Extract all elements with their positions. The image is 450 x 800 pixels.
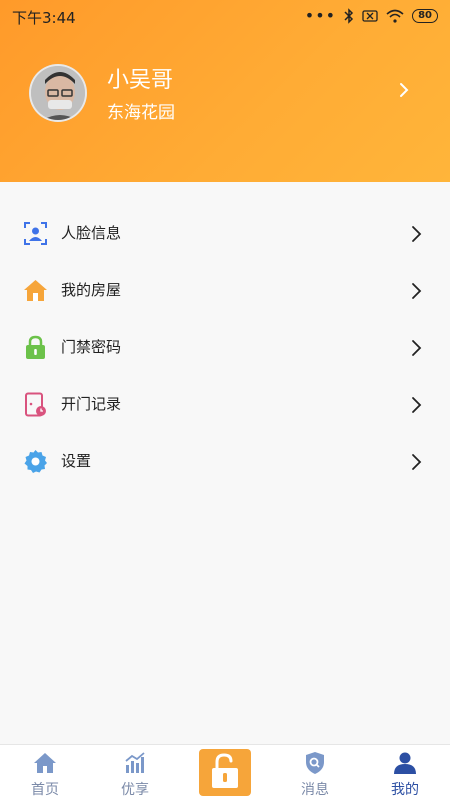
user-name: 小吴哥: [107, 68, 174, 93]
unlock-icon: [212, 753, 238, 788]
menu-item-door-records[interactable]: 开门记录: [0, 376, 450, 433]
user-icon: [394, 752, 416, 774]
menu-label: 门禁密码: [61, 338, 122, 356]
wifi-icon: [386, 9, 404, 23]
chevron-right-icon[interactable]: [398, 80, 410, 100]
face-id-icon: [24, 222, 47, 245]
menu-item-access-password[interactable]: 门禁密码: [0, 319, 450, 376]
tab-label: 优享: [121, 782, 149, 798]
chevron-right-icon: [412, 340, 422, 356]
tab-mine[interactable]: 我的: [360, 745, 450, 800]
menu-label: 设置: [61, 452, 92, 470]
chevron-right-icon: [412, 226, 422, 242]
avatar[interactable]: [29, 64, 87, 122]
gear-icon: [24, 450, 47, 473]
user-community: 东海花园: [107, 103, 175, 123]
sim-icon: [362, 9, 378, 22]
menu-label: 人脸信息: [61, 224, 122, 242]
chart-icon: [125, 752, 145, 773]
tab-label: 我的: [391, 782, 419, 798]
door-record-icon: [25, 392, 46, 417]
bluetooth-icon: [344, 7, 354, 24]
tab-messages[interactable]: 消息: [270, 745, 360, 800]
menu-item-settings[interactable]: 设置: [0, 433, 450, 490]
menu-label: 开门记录: [61, 395, 122, 413]
chevron-right-icon: [412, 454, 422, 470]
status-time: 下午3:44: [12, 9, 76, 27]
lock-icon: [26, 335, 45, 359]
shield-search-icon: [306, 752, 324, 774]
home-icon: [24, 280, 47, 301]
tab-label: 消息: [301, 782, 329, 798]
status-dots: •••: [304, 6, 337, 25]
menu-item-my-house[interactable]: 我的房屋: [0, 262, 450, 319]
avatar-photo: [31, 66, 85, 120]
tab-home[interactable]: 首页: [0, 745, 90, 800]
unlock-button[interactable]: [199, 749, 251, 796]
chevron-right-icon: [412, 283, 422, 299]
tab-youxiang[interactable]: 优享: [90, 745, 180, 800]
status-bar: 下午3:44 ••• 80: [0, 0, 450, 32]
profile-header: 下午3:44 ••• 80 小吴哥 东海花园: [0, 0, 450, 182]
battery-indicator: 80: [412, 8, 438, 23]
chevron-right-icon: [412, 397, 422, 413]
menu-label: 我的房屋: [61, 281, 122, 299]
settings-menu: 人脸信息 我的房屋 门禁密码 开门记录 设置: [0, 205, 450, 490]
tab-label: 首页: [31, 782, 59, 798]
menu-item-face-info[interactable]: 人脸信息: [0, 205, 450, 262]
home-icon: [34, 753, 56, 773]
status-icons: ••• 80: [305, 6, 438, 25]
